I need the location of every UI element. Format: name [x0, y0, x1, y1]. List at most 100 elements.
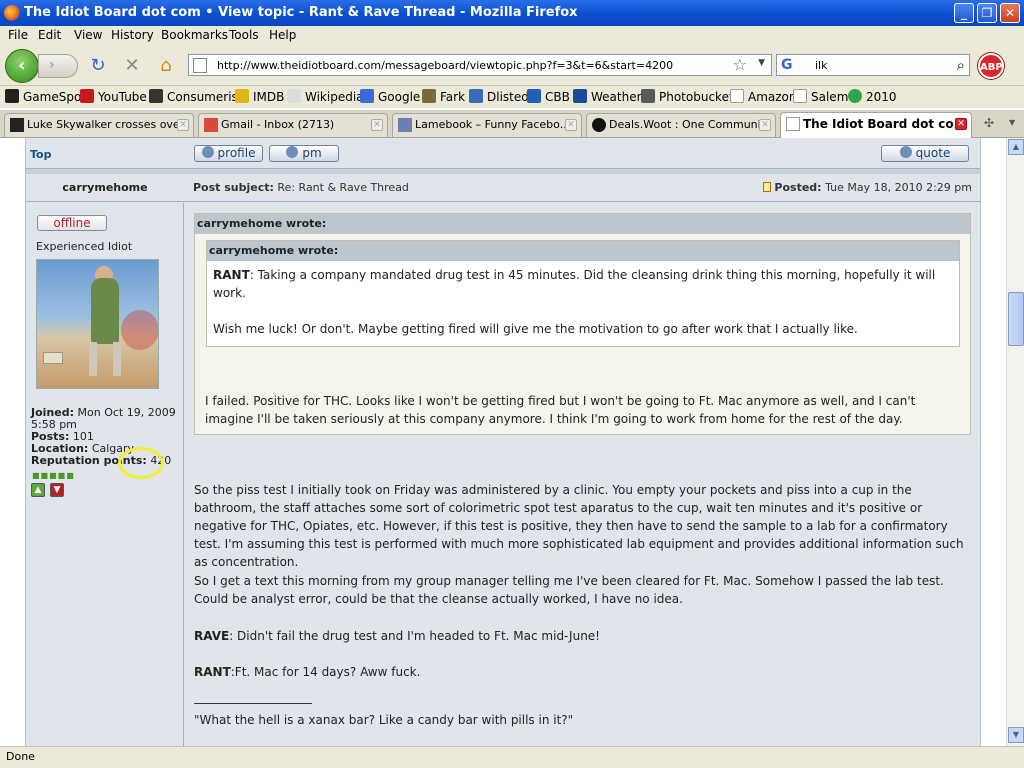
tab-woot[interactable]: Deals.Woot : One Communi... ✕ — [586, 113, 776, 137]
back-button[interactable]: ‹ — [5, 49, 39, 83]
tab-close-icon[interactable]: ✕ — [371, 119, 383, 131]
search-input[interactable]: ilk — [815, 59, 827, 72]
quote-icon — [899, 146, 912, 158]
page-content: Top profile pm quote carrymehome Post su… — [0, 138, 1006, 746]
thumbs-down-icon[interactable]: ▼ — [50, 483, 64, 497]
post-subject: Post subject: Re: Rant & Rave Thread — [193, 181, 409, 194]
forward-button[interactable]: › — [38, 54, 78, 78]
tab-gmail[interactable]: Gmail - Inbox (2713) ✕ — [198, 113, 388, 137]
bookmark-weather[interactable]: Weather — [573, 89, 642, 104]
olympics-icon — [848, 89, 862, 103]
page-icon — [193, 58, 207, 73]
bookmark-salem[interactable]: Salem — [793, 89, 848, 104]
bookmark-2010[interactable]: 2010 — [848, 89, 897, 104]
vertical-scrollbar[interactable]: ▲ ▼ — [1006, 138, 1024, 746]
forum-post: Top profile pm quote carrymehome Post su… — [25, 138, 981, 746]
menu-tools[interactable]: Tools — [229, 28, 259, 42]
bookmark-dlisted[interactable]: Dlisted — [469, 89, 529, 104]
tab-close-icon[interactable]: ✕ — [759, 119, 771, 131]
tab-strip: Luke Skywalker crosses ove... ✕ Gmail - I… — [0, 110, 1024, 138]
dlisted-icon — [469, 89, 483, 103]
tab-lamebook[interactable]: Lamebook – Funny Facebo... ✕ — [392, 113, 582, 137]
new-tab-icon[interactable]: ✣ — [984, 116, 994, 130]
quote-text: Wish me luck! Or don't. Maybe getting fi… — [213, 322, 858, 336]
home-icon[interactable]: ⌂ — [156, 56, 176, 76]
google-search-engine-icon[interactable]: G — [781, 57, 793, 73]
bookmark-photobucket[interactable]: Photobucket — [641, 89, 734, 104]
fark-icon — [422, 89, 436, 103]
tab-idiot-board[interactable]: The Idiot Board dot co... ✕ — [780, 112, 972, 138]
reputation-bar: ■■■■■ — [32, 471, 75, 480]
bookmark-fark[interactable]: Fark — [422, 89, 465, 104]
scroll-thumb[interactable] — [1008, 292, 1024, 346]
bookmark-imdb[interactable]: IMDB — [235, 89, 284, 104]
reload-icon[interactable]: ↻ — [88, 56, 108, 76]
inner-quote: carrymehome wrote: RANT: Taking a compan… — [206, 240, 960, 347]
menu-history[interactable]: History — [111, 28, 154, 42]
stop-icon[interactable]: ✕ — [122, 56, 142, 76]
signature-divider — [194, 703, 312, 704]
tab-luke-skywalker[interactable]: Luke Skywalker crosses ove... ✕ — [4, 113, 194, 137]
quote-header: carrymehome wrote: — [207, 241, 959, 261]
url-dropdown-icon[interactable]: ▼ — [758, 58, 765, 68]
bookmark-amazon[interactable]: Amazon — [730, 89, 797, 104]
amazon-icon — [730, 89, 744, 103]
bookmark-cbb[interactable]: CBB — [527, 89, 570, 104]
address-bar[interactable]: http://www.theidiotboard.com/messageboar… — [188, 54, 772, 76]
page-icon — [793, 89, 807, 103]
menu-view[interactable]: View — [74, 28, 102, 42]
menu-help[interactable]: Help — [269, 28, 296, 42]
bookmark-star-icon[interactable]: ☆ — [733, 55, 747, 74]
url-text[interactable]: http://www.theidiotboard.com/messageboar… — [217, 59, 673, 72]
pm-button[interactable]: pm — [269, 145, 339, 162]
online-status-badge: offline — [37, 215, 107, 231]
scroll-up-icon[interactable]: ▲ — [1008, 139, 1024, 155]
google-icon — [360, 89, 374, 103]
users-icon — [286, 146, 299, 158]
search-box[interactable]: G ilk ⌕ — [776, 54, 970, 76]
search-magnifier-icon[interactable]: ⌕ — [957, 56, 965, 74]
status-bar: Done — [0, 746, 1024, 768]
gamespot-icon — [5, 89, 19, 103]
user-profile-column: offline Experienced Idiot Joined: Mon Oc… — [26, 203, 184, 746]
quote-button[interactable]: quote — [881, 145, 969, 162]
bookmark-wikipedia[interactable]: Wikipedia — [287, 89, 364, 104]
post-author[interactable]: carrymehome — [26, 174, 184, 202]
outer-quote: carrymehome wrote: carrymehome wrote: RA… — [194, 213, 971, 435]
minimize-button[interactable]: _ — [954, 3, 974, 23]
user-rank: Experienced Idiot — [36, 240, 133, 253]
maximize-button[interactable]: ❐ — [977, 3, 997, 23]
weather-icon — [573, 89, 587, 103]
tab-close-icon[interactable]: ✕ — [955, 118, 967, 130]
adblock-plus-icon[interactable]: ABP — [978, 53, 1004, 79]
post-icon[interactable] — [763, 182, 772, 192]
tab-close-icon[interactable]: ✕ — [565, 119, 577, 131]
youtube-icon — [80, 89, 94, 103]
bookmark-consumerist[interactable]: Consumerist — [149, 89, 242, 104]
bookmark-google[interactable]: Google — [360, 89, 420, 104]
lamebook-icon — [398, 118, 412, 132]
bookmark-youtube[interactable]: YouTube — [80, 89, 147, 104]
close-window-button[interactable]: ✕ — [1000, 3, 1020, 23]
gmail-icon — [204, 118, 218, 132]
bookmark-gamespot[interactable]: GameSpot — [5, 89, 86, 104]
post-header: carrymehome Post subject: Re: Rant & Rav… — [26, 174, 980, 202]
profile-button[interactable]: profile — [194, 145, 263, 162]
photobucket-icon — [641, 89, 655, 103]
menu-edit[interactable]: Edit — [38, 28, 61, 42]
top-link[interactable]: Top — [30, 148, 51, 161]
menu-bookmarks[interactable]: Bookmarks — [161, 28, 228, 42]
thumbs-up-icon[interactable]: ▲ — [31, 483, 45, 497]
tab-list-icon[interactable]: ▼ — [1009, 118, 1015, 127]
signature: "What the hell is a xanax bar? Like a ca… — [194, 713, 574, 727]
yellow-circle-annotation — [118, 447, 164, 479]
menu-file[interactable]: File — [8, 28, 28, 42]
tab-close-icon[interactable]: ✕ — [177, 119, 189, 131]
user-icon — [201, 146, 214, 158]
window-title: The Idiot Board dot com • View topic - R… — [24, 5, 578, 20]
cbb-icon — [527, 89, 541, 103]
scroll-down-icon[interactable]: ▼ — [1008, 727, 1024, 743]
menu-bar: File Edit View History Bookmarks Tools H… — [0, 26, 1024, 46]
quote-header: carrymehome wrote: — [195, 214, 970, 234]
tab-favicon — [10, 118, 24, 132]
